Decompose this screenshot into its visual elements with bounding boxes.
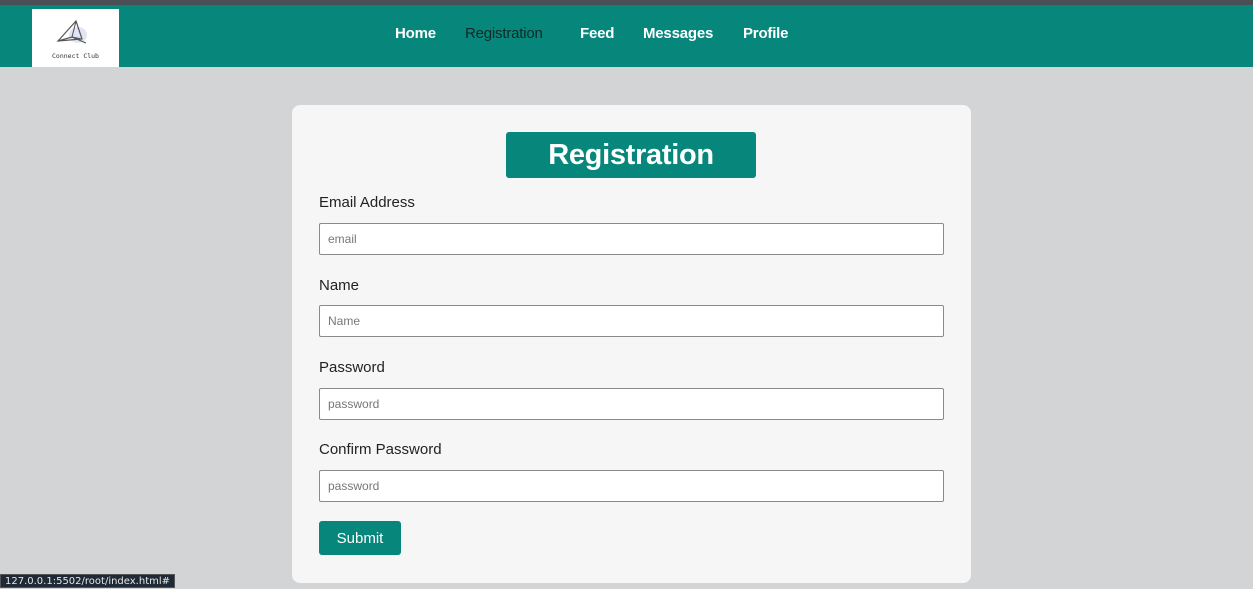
form-title: Registration — [506, 132, 756, 178]
confirm-password-input[interactable] — [319, 470, 944, 502]
confirm-password-label: Confirm Password — [319, 441, 442, 458]
email-label: Email Address — [319, 194, 415, 211]
main-nav: Home Registration Feed Messages Profile — [0, 25, 1253, 47]
email-input[interactable] — [319, 223, 944, 255]
nav-item-messages[interactable]: Messages — [643, 25, 713, 42]
name-label: Name — [319, 277, 360, 294]
nav-item-profile[interactable]: Profile — [743, 25, 788, 42]
nav-item-registration[interactable]: Registration — [465, 25, 543, 42]
status-bar-url: 127.0.0.1:5502/root/index.html# — [0, 574, 176, 588]
navbar: Connect Club Home Registration Feed Mess… — [0, 5, 1253, 67]
password-input[interactable] — [319, 388, 944, 420]
nav-item-home[interactable]: Home — [395, 25, 436, 42]
nav-item-feed[interactable]: Feed — [580, 25, 614, 42]
name-input[interactable] — [319, 305, 944, 337]
password-label: Password — [319, 359, 385, 376]
submit-button[interactable]: Submit — [319, 521, 401, 555]
logo-text: Connect Club — [52, 52, 99, 60]
registration-card: Registration Email Address Name Password… — [292, 105, 971, 583]
